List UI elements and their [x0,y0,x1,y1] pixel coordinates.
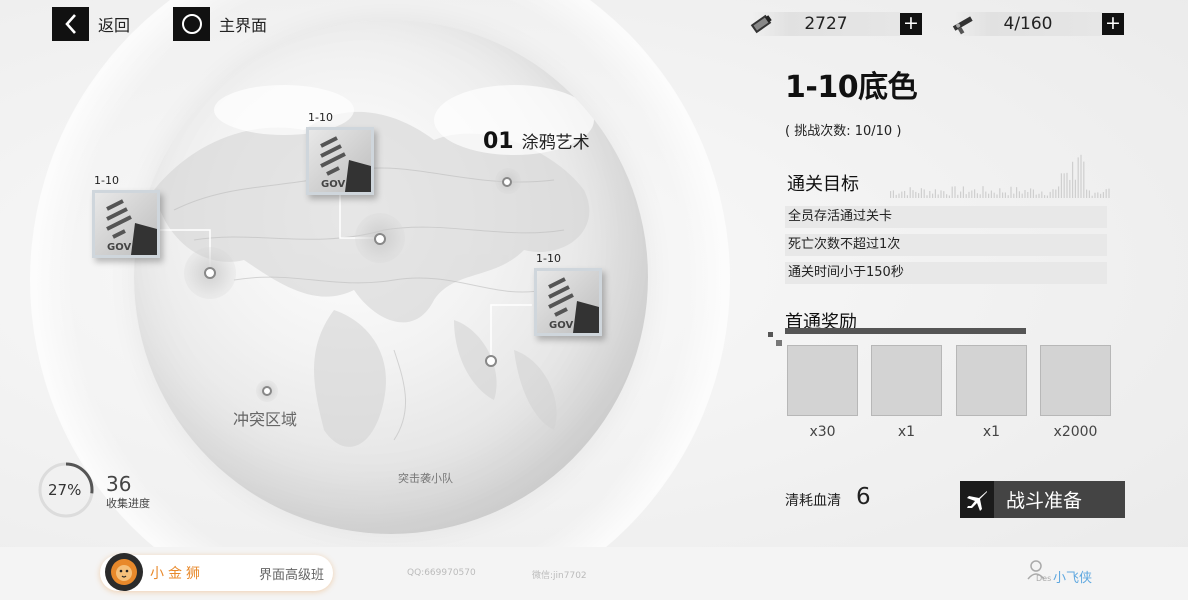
level-thumbnail: GOV [306,127,374,195]
progress-count: 36 [106,472,132,496]
reward-count: x30 [809,424,836,440]
pixel-decoration [776,340,782,346]
objective-item: 死亡次数不超过1次 [785,234,1107,256]
battle-prep-button[interactable]: 战斗准备 [960,481,1125,518]
reward-slot[interactable] [871,345,942,416]
map-node[interactable] [485,355,497,367]
author-tag: Des [1036,574,1052,583]
cost-label: 清耗血清 [785,493,841,509]
level-label: 1-10 [94,174,119,187]
author-name: 小飞侠 [1053,571,1093,586]
reward-count: x2000 [1053,424,1098,440]
thumb-text: GOV [321,179,346,190]
gun-icon [952,16,973,35]
chapter-heading: 01 涂鸦艺术 [483,128,590,154]
level-card[interactable]: 1-10 GOV [92,174,160,258]
footer: 小金狮 界面高级班 QQ:669970570 微信:jin7702 Des 小飞… [0,547,1188,600]
cost-value: 6 [856,484,871,510]
fuel-value: 2727 [752,12,900,36]
audio-bars-decoration [890,154,1110,198]
resource-ammo: 4/160 + [952,11,1124,37]
progress-percent: 27% [48,481,82,499]
thumb-text: GOV [549,320,574,331]
map-node-small[interactable] [502,177,512,187]
map-node-small[interactable] [262,386,272,396]
rewards-underline [785,328,1026,334]
qq-contact: QQ:669970570 [407,568,476,578]
brand-course: 界面高级班 [259,568,325,583]
progress-caption: 收集进度 [106,497,150,510]
brand-name: 小金狮 [150,566,204,582]
resource-fuel: 2727 + [750,11,922,37]
level-thumbnail: GOV [92,190,160,258]
ammo-value: 4/160 [954,12,1102,36]
stage-title: 1-10底色 [785,70,918,105]
chapter-name: 涂鸦艺术 [521,133,590,153]
attempts-label: ( 挑战次数: 10/10 ) [785,124,902,139]
battle-prep-label: 战斗准备 [1006,490,1083,512]
reward-slot[interactable] [787,345,858,416]
reward-slot[interactable] [1040,345,1111,416]
map-connectors [160,185,532,360]
map-node[interactable] [374,233,386,245]
level-card[interactable]: 1-10 GOV [534,252,602,336]
level-label: 1-10 [308,111,333,124]
map-node[interactable] [204,267,216,279]
squad-label: 突击袭小队 [398,472,453,485]
chapter-number: 01 [483,129,514,154]
level-label: 1-10 [536,252,561,265]
reward-count: x1 [982,424,1001,440]
objective-item: 全员存活通过关卡 [785,206,1107,228]
add-fuel-button[interactable]: + [900,13,922,35]
add-ammo-button[interactable]: + [1102,13,1124,35]
level-card[interactable]: 1-10 GOV [306,111,374,195]
wechat-contact: 微信:jin7702 [532,571,587,581]
reward-slot[interactable] [956,345,1027,416]
level-thumbnail: GOV [534,268,602,336]
objectives-title: 通关目标 [787,174,859,195]
objective-item: 通关时间小于150秒 [785,262,1107,284]
region-label: 冲突区域 [233,410,298,429]
reward-count: x1 [897,424,916,440]
thumb-text: GOV [107,242,132,253]
jet-icon [960,481,994,518]
lion-logo-icon [105,553,143,591]
pixel-decoration [768,332,773,337]
